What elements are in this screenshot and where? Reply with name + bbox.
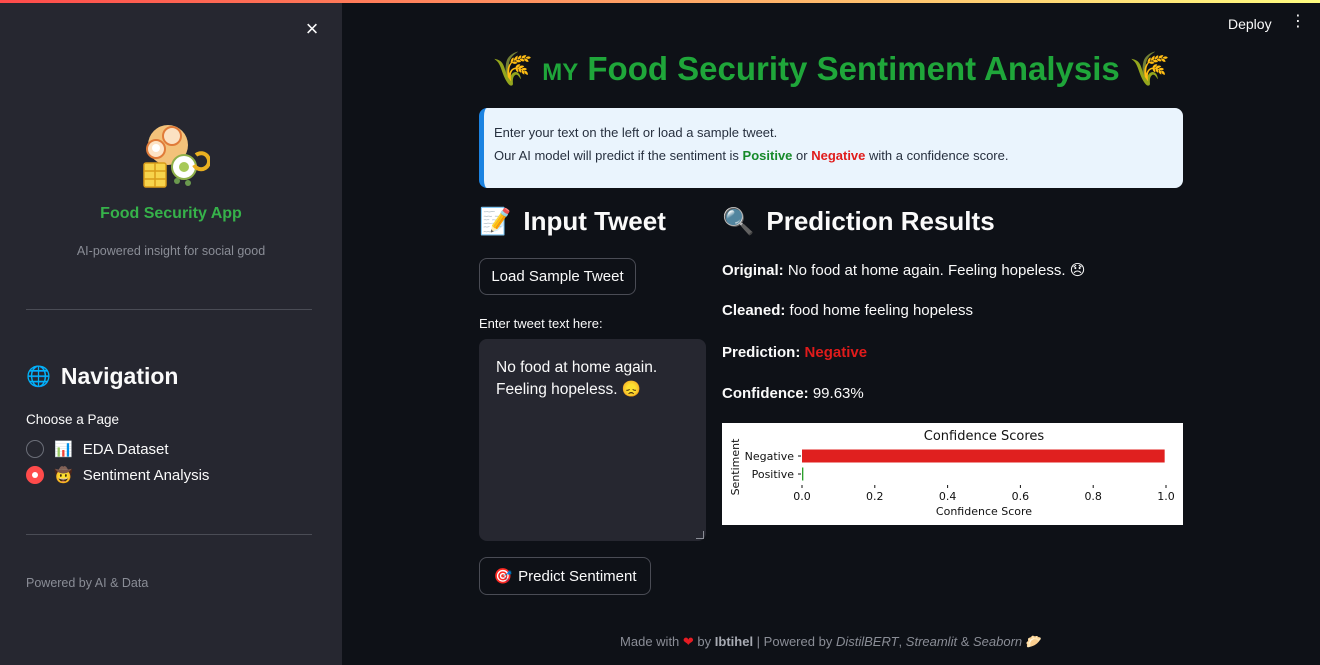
sidebar: × Food Security App AI-powered insight f… (0, 3, 342, 665)
page-option-sentiment-analysis[interactable]: 🤠 Sentiment Analysis (26, 466, 209, 484)
app-name: Food Security App (100, 205, 242, 222)
prediction-row: Prediction: Negative (722, 344, 867, 361)
load-sample-label: Load Sample Tweet (491, 268, 624, 285)
footer-made-with: Made with (620, 634, 683, 649)
radio-button-sentiment-analysis[interactable] (26, 466, 44, 484)
confidence-row: Confidence: 99.63% (722, 385, 864, 402)
navigation-title: Navigation (60, 363, 179, 389)
page-title: 🌾 MY Food Security Sentiment Analysis 🌾 (479, 50, 1183, 89)
cleaned-text-row: Cleaned: food home feeling hopeless (722, 302, 973, 319)
chart-x-tick-label: 0.2 (866, 490, 884, 503)
chart-x-tick-label: 0.0 (793, 490, 811, 503)
input-tweet-heading: 📝 Input Tweet (479, 206, 666, 237)
confidence-label: Confidence: (722, 385, 809, 402)
prediction-value: Negative (804, 344, 868, 361)
chart-x-tick-label: 0.6 (1012, 490, 1030, 503)
info-alert: Enter your text on the left or load a sa… (479, 108, 1183, 188)
globe-icon: 🌐 (26, 366, 51, 388)
footer: Made with ❤ by Ibtihel | Powered by Dist… (479, 634, 1183, 650)
radio-button-eda-dataset[interactable] (26, 440, 44, 458)
cleaned-value: food home feeling hopeless (789, 302, 973, 319)
page-option-label: Sentiment Analysis (82, 466, 210, 484)
footer-powered-by: | Powered by (753, 634, 836, 649)
info-line-1: Enter your text on the left or load a sa… (494, 125, 778, 140)
heart-icon: ❤ (682, 634, 694, 649)
title-text: Food Security Sentiment Analysis (587, 50, 1120, 87)
footer-amp: & (957, 634, 973, 649)
footer-tech-streamlit: Streamlit (905, 634, 958, 649)
footer-sep: , (898, 634, 906, 649)
info-text: or (792, 148, 812, 163)
footer-author: Ibtihel (714, 634, 754, 649)
chart-x-tick-label: 0.4 (939, 490, 957, 503)
input-tweet-title: Input Tweet (523, 206, 666, 236)
wheat-icon: 🌾 (491, 50, 534, 87)
predict-sentiment-label: Predict Sentiment (518, 567, 637, 585)
predict-sentiment-button[interactable]: 🎯 Predict Sentiment (479, 557, 651, 595)
confidence-chart-svg: Confidence Scores Sentiment Confidence Sco… (729, 429, 1175, 518)
chart-title: Confidence Scores (924, 429, 1045, 444)
cowboy-face-icon: 🤠 (54, 467, 73, 484)
wheat-icon: 🌾 (1128, 50, 1171, 87)
magnifier-icon: 🔍 (722, 206, 755, 236)
positive-label: Positive (742, 148, 793, 163)
chart-x-tick-label: 1.0 (1157, 490, 1175, 503)
negative-label: Negative (811, 148, 866, 163)
target-icon: 🎯 (493, 568, 513, 585)
sidebar-divider-bottom (26, 534, 312, 535)
bar-chart-icon: 📊 (54, 441, 73, 458)
dumpling-icon: 🥟 (1025, 634, 1042, 649)
food-security-logo (143, 125, 210, 188)
app-tagline: AI-powered insight for social good (76, 244, 266, 258)
main-menu-icon[interactable]: ⋮ (1290, 14, 1306, 30)
chart-category-label: Negative (745, 450, 795, 463)
tweet-text-label: Enter tweet text here: (479, 316, 603, 331)
tweet-text-input[interactable]: No food at home again. Feeling hopeless.… (479, 339, 706, 541)
info-line-2: Our AI model will predict if the sentime… (494, 144, 1183, 167)
deploy-button[interactable]: Deploy (1220, 14, 1280, 34)
textarea-resize-handle[interactable] (696, 531, 704, 539)
footer-tech-seaborn: Seaborn (972, 634, 1023, 649)
original-text-row: Original: No food at home again. Feeling… (722, 261, 1085, 279)
footer-tech-distilbert: DistilBERT (835, 634, 899, 649)
cleaned-label: Cleaned: (722, 302, 786, 319)
confidence-value: 99.63% (812, 385, 864, 402)
original-value: No food at home again. Feeling hopeless.… (787, 262, 1086, 279)
chart-bar (802, 449, 1165, 463)
page-option-eda-dataset[interactable]: 📊 EDA Dataset (26, 440, 169, 458)
original-label: Original: (722, 262, 784, 279)
footer-by: by (693, 634, 715, 649)
chart-x-tick-label: 0.8 (1084, 490, 1102, 503)
prediction-results-title: Prediction Results (766, 206, 995, 236)
chart-y-axis-label: Sentiment (729, 438, 742, 496)
sidebar-divider-top (26, 309, 312, 310)
prediction-label: Prediction: (722, 344, 801, 361)
prediction-results-heading: 🔍 Prediction Results (722, 206, 995, 237)
confidence-scores-chart: Confidence Scores Sentiment Confidence Sco… (722, 423, 1183, 525)
chart-x-axis-label: Confidence Score (936, 505, 1032, 518)
navigation-heading: 🌐 Navigation (26, 363, 178, 390)
close-sidebar-icon[interactable]: × (300, 17, 324, 41)
chart-bar (802, 467, 804, 481)
info-text: Our AI model will predict if the sentime… (494, 148, 743, 163)
chart-category-label: Positive (752, 468, 795, 481)
load-sample-tweet-button[interactable]: Load Sample Tweet (479, 258, 636, 295)
choose-page-label: Choose a Page (26, 412, 120, 427)
memo-icon: 📝 (479, 206, 512, 236)
title-prefix: MY (542, 59, 579, 86)
page-option-label: EDA Dataset (82, 440, 169, 458)
info-text: with a confidence score. (865, 148, 1009, 163)
powered-by-text: Powered by AI & Data (26, 576, 149, 590)
